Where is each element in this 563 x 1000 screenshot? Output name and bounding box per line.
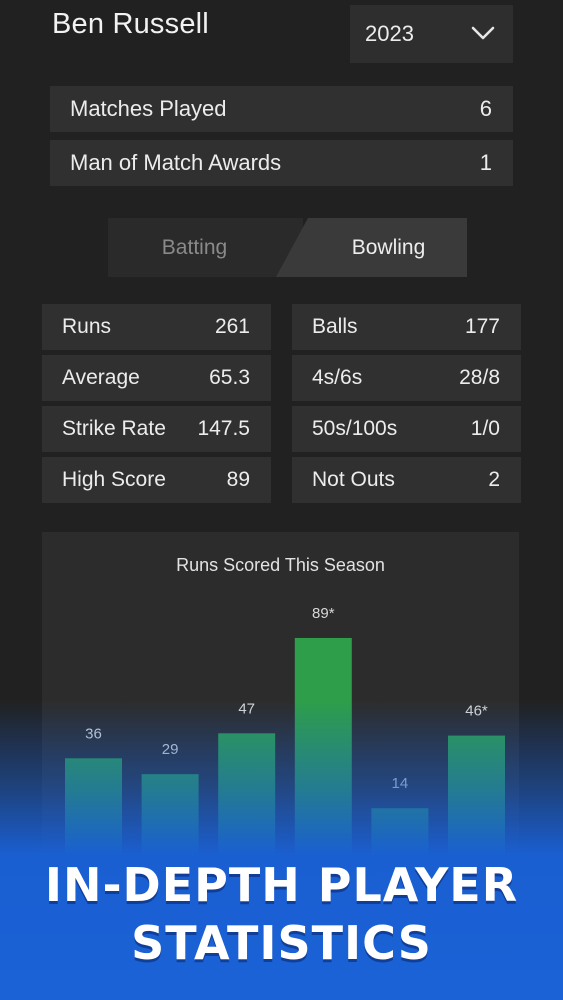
summary-row-matches: Matches Played 6 — [50, 86, 513, 132]
stat-balls: Balls 177 — [292, 304, 521, 350]
stat-label: Average — [62, 366, 140, 389]
stat-strike-rate: Strike Rate 147.5 — [42, 406, 271, 452]
chart-bar-label: 14 — [392, 775, 409, 792]
stat-value: 65.3 — [209, 366, 250, 389]
tab-batting[interactable]: Batting — [108, 218, 303, 277]
stat-value: 89 — [226, 468, 250, 491]
stat-average: Average 65.3 — [42, 355, 271, 401]
stat-label: Balls — [312, 315, 358, 338]
chart-bar-label: 89* — [312, 605, 335, 622]
promo-headline-line-2: STATISTICS — [131, 916, 432, 970]
summary-value: 6 — [479, 96, 492, 121]
summary-label: Matches Played — [70, 96, 227, 121]
tab-bar: Batting Bowling — [108, 218, 467, 277]
stat-not-outs: Not Outs 2 — [292, 457, 521, 503]
stat-label: 50s/100s — [312, 417, 398, 440]
chart-bar-label: 46* — [465, 703, 488, 720]
summary-row-mom-awards: Man of Match Awards 1 — [50, 140, 513, 186]
stat-value: 2 — [488, 468, 500, 491]
year-value: 2023 — [365, 21, 414, 46]
chevron-down-icon — [471, 26, 495, 40]
tab-bowling[interactable]: Bowling — [276, 218, 467, 277]
summary-label: Man of Match Awards — [70, 150, 282, 175]
player-name: Ben Russell — [52, 8, 209, 40]
stat-label: 4s/6s — [312, 366, 363, 389]
stat-value: 177 — [464, 315, 500, 338]
chart-bar-label: 47 — [238, 700, 255, 717]
promo-headline-line-1: IN-DEPTH PLAYER — [44, 858, 519, 912]
stat-50s-100s: 50s/100s 1/0 — [292, 406, 521, 452]
stat-high-score: High Score 89 — [42, 457, 271, 503]
stat-label: Strike Rate — [62, 417, 166, 440]
stat-4s-6s: 4s/6s 28/8 — [292, 355, 521, 401]
chart-bar-label: 29 — [162, 741, 179, 758]
stat-value: 1/0 — [470, 417, 500, 440]
chart-bar-label: 36 — [85, 725, 102, 742]
year-dropdown[interactable]: 2023 — [350, 5, 513, 63]
stat-runs: Runs 261 — [42, 304, 271, 350]
stat-value: 147.5 — [197, 417, 250, 440]
stat-label: Runs — [62, 315, 112, 338]
stat-value: 28/8 — [459, 366, 500, 389]
stat-label: Not Outs — [312, 468, 395, 491]
stat-label: High Score — [62, 468, 166, 491]
summary-value: 1 — [479, 150, 492, 175]
stat-value: 261 — [214, 315, 250, 338]
